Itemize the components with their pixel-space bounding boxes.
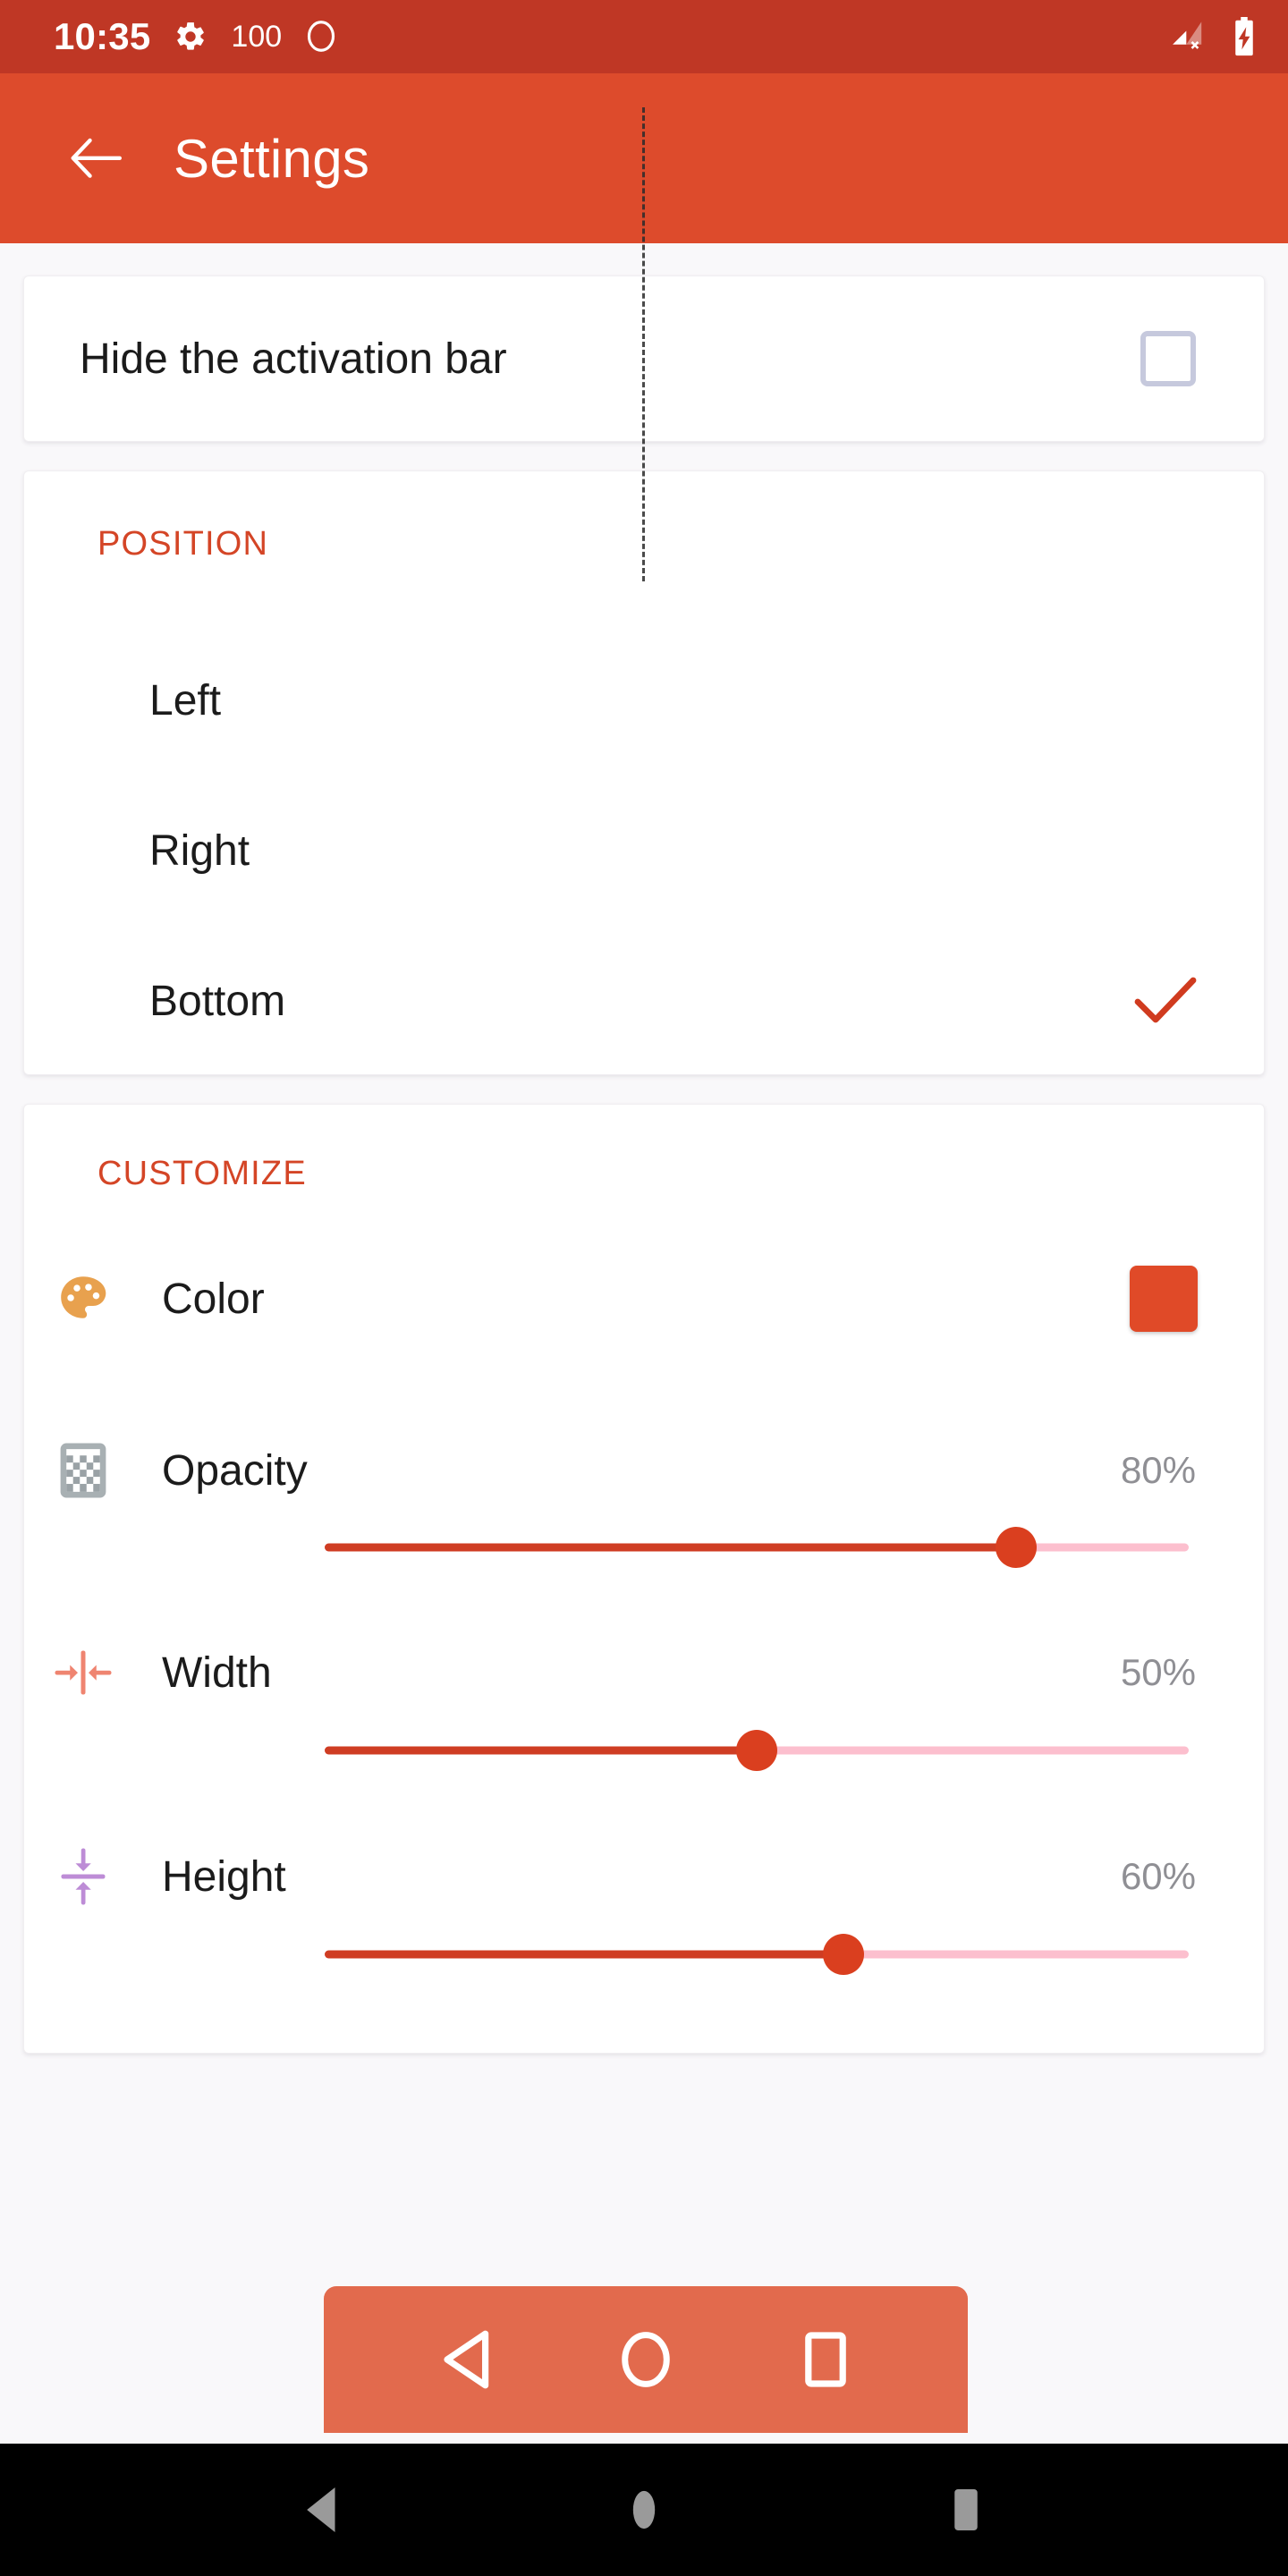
hide-activation-bar-label: Hide the activation bar [80,335,507,383]
preview-home-button[interactable] [605,2318,687,2401]
nav-home-button[interactable] [595,2461,693,2559]
back-arrow-icon [69,136,124,181]
activation-bar-preview [324,2286,968,2433]
page-title: Settings [174,128,370,189]
height-row[interactable]: Height 60% [24,1818,1266,1935]
opacity-label: Opacity [162,1446,308,1495]
app-bar: Settings [0,73,1288,243]
signal-no-service-icon [1168,19,1208,55]
status-bar-right [1168,17,1258,56]
opacity-row[interactable]: Opacity 80% [24,1412,1266,1529]
nav-home-icon [628,2484,660,2536]
gear-icon [174,20,208,54]
position-option-bottom[interactable]: Bottom [24,926,1266,1076]
width-slider[interactable] [325,1724,1189,1777]
width-value: 50% [1120,1651,1196,1693]
hide-activation-bar-card: Hide the activation bar [23,275,1265,442]
width-label: Width [162,1648,272,1697]
checkmark-placeholder [1133,675,1198,725]
nav-recents-icon [951,2484,981,2536]
customize-section-header: CUSTOMIZE [97,1155,307,1192]
position-option-left[interactable]: Left [24,625,1266,775]
hide-activation-bar-row[interactable]: Hide the activation bar [24,276,1264,441]
nav-back-icon [301,2484,343,2536]
width-slider-thumb[interactable] [736,1730,777,1771]
palette-icon [24,1271,142,1326]
color-swatch[interactable] [1130,1266,1198,1332]
checkmark-placeholder [1133,826,1198,876]
hide-activation-bar-checkbox[interactable] [1140,331,1196,386]
status-bar-left: 10:35 100 [54,18,1168,55]
opacity-slider-fill [325,1543,1016,1552]
position-option-label: Right [149,826,250,875]
height-label: Height [162,1852,286,1901]
position-option-label: Left [149,676,222,724]
opacity-slider[interactable] [325,1521,1189,1574]
width-slider-fill [325,1746,757,1755]
status-clock: 10:35 [54,15,151,57]
opacity-slider-thumb[interactable] [995,1527,1037,1568]
circle-outline-icon [305,19,337,55]
system-navigation-bar [0,2444,1288,2576]
recents-square-icon [801,2327,851,2392]
back-button[interactable] [55,117,138,199]
height-slider-thumb[interactable] [822,1934,864,1975]
battery-charging-icon [1231,17,1258,56]
color-row[interactable]: Color [24,1241,1266,1357]
customize-card: CUSTOMIZE Color Opacity 80% Width 50% He… [23,1104,1265,2054]
checkerboard-icon [24,1441,142,1500]
color-label: Color [162,1275,265,1323]
position-card: POSITION Left Right Bottom [23,470,1265,1075]
height-slider[interactable] [325,1928,1189,1981]
height-value: 60% [1120,1855,1196,1897]
position-section-header: POSITION [97,525,269,563]
position-option-right[interactable]: Right [24,775,1266,926]
position-option-label: Bottom [149,977,286,1025]
width-arrows-icon [24,1648,142,1698]
status-battery-number: 100 [231,20,283,54]
height-arrows-icon [24,1845,142,1908]
checkmark-icon [1133,976,1198,1026]
status-bar: 10:35 100 [0,0,1288,73]
height-slider-fill [325,1950,843,1959]
preview-back-button[interactable] [425,2318,507,2401]
nav-back-button[interactable] [273,2461,371,2559]
settings-content: Hide the activation bar POSITION Left Ri… [0,243,1288,2372]
nav-recents-button[interactable] [917,2461,1015,2559]
phone-screen: 10:35 100 Settings Hide the activation b… [0,0,1288,2576]
home-circle-icon [617,2327,674,2392]
back-triangle-icon [436,2327,496,2392]
width-row[interactable]: Width 50% [24,1614,1266,1731]
preview-recents-button[interactable] [784,2318,867,2401]
opacity-value: 80% [1120,1449,1196,1491]
